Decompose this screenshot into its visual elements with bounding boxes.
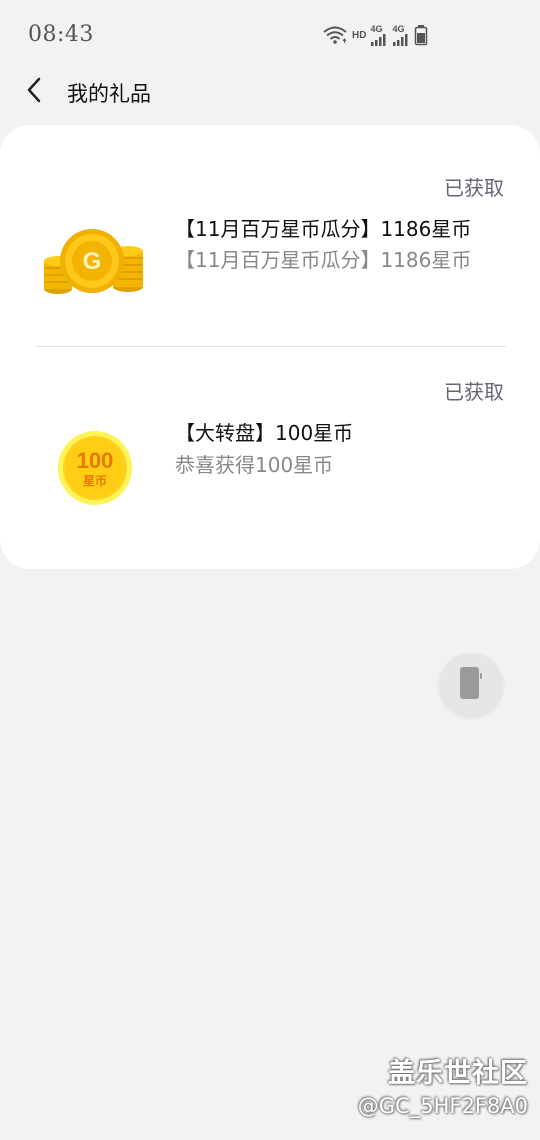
hd-icon: HD [352, 29, 367, 41]
page-title: 我的礼品 [67, 82, 151, 106]
gift-item[interactable]: 已获取 G 【11月百万星币瓜分】1186星币 【11月百万星币瓜分】1186星… [0, 125, 540, 345]
gift-title: 【11月百万星币瓜分】1186星币 [175, 217, 472, 241]
signal-4g-icon: 4G [370, 23, 388, 46]
status-icons: HD 4G 4G [322, 24, 432, 46]
star-coin-100-icon: 100 星币 [57, 430, 133, 510]
phone-icon [458, 666, 484, 704]
signal-4g-icon: 4G [392, 23, 410, 46]
gift-description: 【11月百万星币瓜分】1186星币 [175, 248, 472, 272]
gift-status: 已获取 [444, 176, 504, 200]
coin-amount: 100 [77, 448, 114, 473]
back-button[interactable] [18, 76, 50, 108]
wifi-icon [322, 25, 348, 45]
watermark-logo: 盖乐世社区 [388, 1058, 528, 1089]
gift-title: 【大转盘】100星币 [175, 421, 354, 445]
chevron-left-icon [24, 76, 44, 108]
gift-list-card: 已获取 G 【11月百万星币瓜分】1186星币 【11月百万星币瓜分】1186星… [0, 125, 540, 569]
header: 我的礼品 [0, 70, 540, 114]
status-time: 08:43 [28, 22, 94, 47]
floating-assistive-button[interactable] [439, 653, 503, 717]
battery-icon [414, 24, 428, 46]
coin-unit: 星币 [83, 474, 107, 488]
gift-status: 已获取 [444, 380, 504, 404]
gift-item[interactable]: 已获取 100 星币 【大转盘】100星币 恭喜获得100星币 [0, 347, 540, 569]
gift-description: 恭喜获得100星币 [175, 453, 334, 477]
network-label: 4G [392, 23, 405, 34]
status-bar: 08:43 HD 4G 4G [0, 0, 540, 70]
watermark-user: @GC_5HF2F8A0 [357, 1094, 528, 1118]
network-label: 4G [370, 23, 383, 34]
coin-letter: G [83, 248, 102, 275]
page: 08:43 HD 4G 4G 我的礼品 已获取 G 【11月百万星币瓜分】118… [0, 0, 540, 1140]
gold-coin-stack-icon: G [42, 225, 146, 301]
